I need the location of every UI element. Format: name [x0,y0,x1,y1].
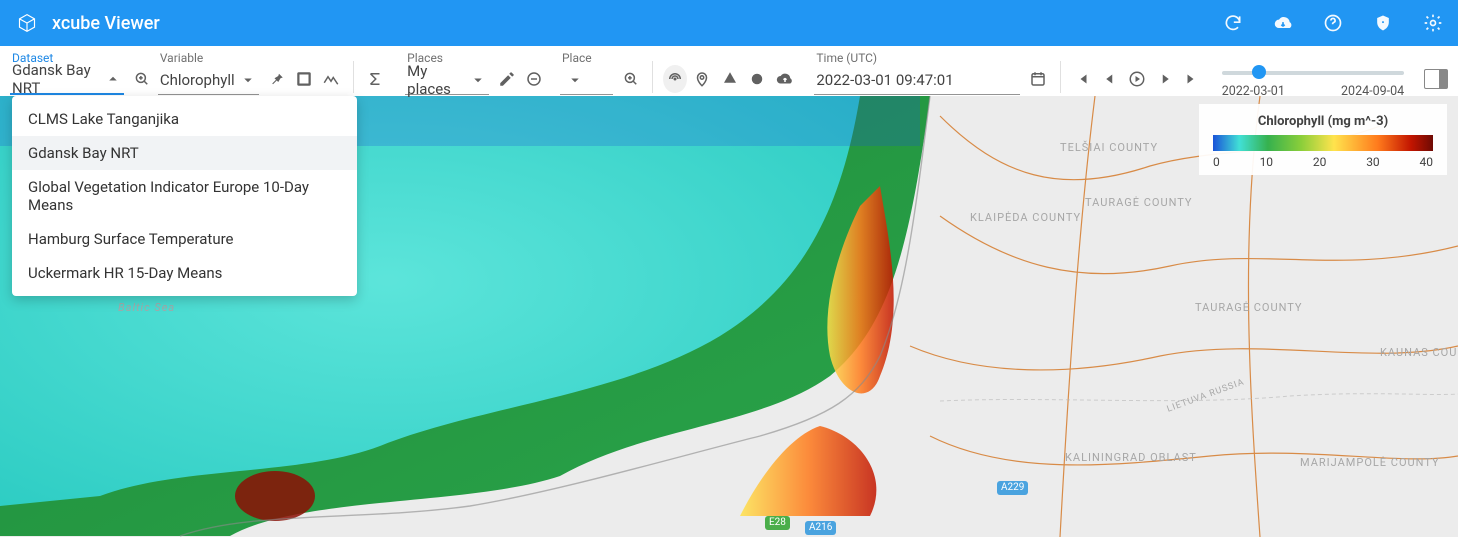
calendar-icon[interactable] [1026,65,1049,93]
color-legend: Chlorophyll (mg m^-3) 0 10 20 30 40 [1199,104,1447,175]
places-select[interactable]: Places My places [405,49,489,95]
time-slider-thumb[interactable] [1252,65,1266,79]
legend-colorbar [1213,135,1433,151]
upload-geometry-icon[interactable] [773,65,796,93]
variable-value: Chlorophyll [160,71,235,89]
chevron-down-icon [239,71,257,89]
draw-circle-icon[interactable] [746,65,769,93]
variable-label: Variable [158,49,259,67]
legend-tick: 0 [1213,155,1220,169]
edit-places-icon[interactable] [495,65,518,93]
dataset-option[interactable]: Global Vegetation Indicator Europe 10-Da… [12,170,357,222]
dataset-option[interactable]: CLMS Lake Tanganjika [12,102,357,136]
main-toolbar: Dataset Gdansk Bay NRT Variable Chloroph… [0,46,1458,96]
cloud-download-icon[interactable] [1272,12,1294,34]
zoom-dataset-icon[interactable] [130,65,153,93]
sigma-icon[interactable] [364,65,387,93]
legend-tick: 40 [1420,155,1434,169]
variable-select[interactable]: Variable Chlorophyll [158,49,259,95]
dataset-dropdown-menu: CLMS Lake Tanganjika Gdansk Bay NRT Glob… [12,96,357,296]
timeline-end: 2024-09-04 [1341,84,1404,99]
chevron-down-icon [566,71,584,89]
refresh-icon[interactable] [1222,12,1244,34]
timeline-start: 2022-03-01 [1222,84,1285,99]
legend-tick: 20 [1313,155,1327,169]
dataset-option[interactable]: Hamburg Surface Temperature [12,222,357,256]
legend-title: Chlorophyll (mg m^-3) [1213,114,1433,129]
app-logo-icon [14,10,40,36]
legend-tick: 30 [1366,155,1380,169]
route-badge: A229 [997,481,1028,495]
draw-polygon-icon[interactable] [718,65,741,93]
route-badge: E28 [765,516,790,530]
time-slider[interactable]: 2022-03-01 2024-09-04 [1222,64,1404,99]
draw-marker-icon[interactable] [691,65,714,93]
app-bar: xcube Viewer [0,0,1458,46]
chevron-up-icon [104,70,122,88]
dataset-option[interactable]: Gdansk Bay NRT [12,136,357,170]
app-title: xcube Viewer [52,13,160,34]
route-badge: A216 [805,521,836,535]
settings-icon[interactable] [1422,12,1444,34]
place-select[interactable]: Place [560,49,613,95]
time-last-icon[interactable] [1180,65,1203,93]
chevron-down-icon [469,71,487,89]
time-label: Time (UTC) [814,49,1020,67]
grid-plot-icon[interactable] [292,65,315,93]
shield-icon[interactable] [1372,12,1394,34]
help-icon[interactable] [1322,12,1344,34]
time-next-icon[interactable] [1153,65,1176,93]
toggle-side-panel-icon[interactable] [1424,69,1448,89]
dataset-option[interactable]: Uckermark HR 15-Day Means [12,256,357,290]
legend-tick: 10 [1260,155,1274,169]
time-value: 2022-03-01 09:47:01 [816,71,953,89]
remove-place-icon[interactable] [523,65,546,93]
dataset-value: Gdansk Bay NRT [12,61,100,97]
place-label: Place [560,49,613,67]
time-first-icon[interactable] [1071,65,1094,93]
draw-point-radar-icon[interactable] [663,65,686,93]
time-play-icon[interactable] [1125,65,1148,93]
time-prev-icon[interactable] [1098,65,1121,93]
timeseries-icon[interactable] [319,65,342,93]
pin-icon[interactable] [265,65,288,93]
zoom-place-icon[interactable] [619,65,642,93]
dataset-select[interactable]: Dataset Gdansk Bay NRT [10,49,124,95]
time-field[interactable]: Time (UTC) 2022-03-01 09:47:01 [814,49,1020,95]
places-value: My places [407,62,465,98]
